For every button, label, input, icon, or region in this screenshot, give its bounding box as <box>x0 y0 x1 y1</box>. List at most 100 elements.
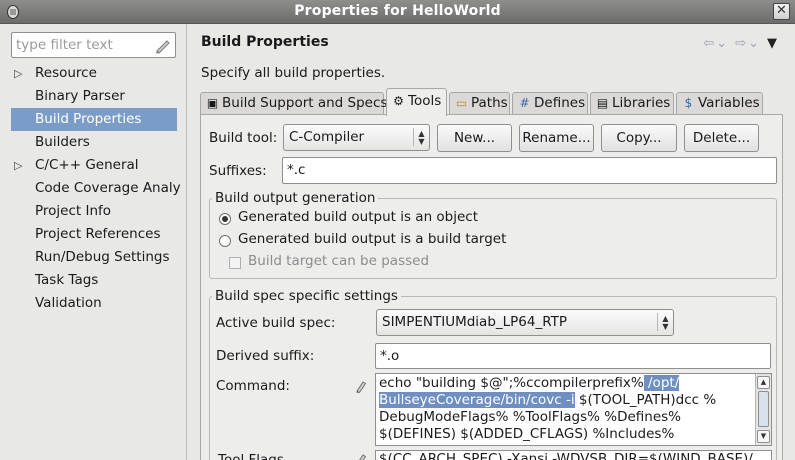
nav-item-resource[interactable]: ▷ Resource <box>0 62 187 85</box>
tab-label: Build Support and Specs <box>222 95 388 111</box>
command-line-4: $(DEFINES) $(ADDED_CFLAGS) %Includes% <box>379 426 675 442</box>
dollar-icon: $ <box>684 96 693 110</box>
close-icon[interactable]: ✕ <box>773 3 790 20</box>
nav-item-run-debug-settings[interactable]: Run/Debug Settings <box>0 246 187 269</box>
history-nav: ⇦⌄ ⇨⌄ ▼ <box>697 36 779 51</box>
tools-icon: ⚙ <box>393 94 404 108</box>
active-spec-label: Active build spec: <box>216 315 336 331</box>
tool-flags-text: $(CC_ARCH_SPEC) -Xansi -WDVSB_DIR=$(WIND… <box>379 451 753 460</box>
suffixes-field[interactable]: *.c <box>282 157 777 184</box>
scroll-down-icon[interactable]: ▼ <box>757 430 770 443</box>
nav-item-label: Resource <box>35 65 97 81</box>
option-output-target-label[interactable]: Generated build output is a build target <box>238 231 506 247</box>
tab-label: Libraries <box>612 95 671 111</box>
target-passed-label: Build target can be passed <box>248 253 430 269</box>
command-line-1: echo "building $@";%ccompilerprefix% /op… <box>379 375 680 392</box>
active-spec-value: SIMPENTIUMdiab_LP64_RTP <box>382 314 568 330</box>
property-page: Build Properties ⇦⌄ ⇨⌄ ▼ Specify all build… <box>188 24 795 460</box>
page-description: Specify all build properties. <box>201 65 386 81</box>
suffixes-label: Suffixes: <box>209 163 267 179</box>
nav-item-build-properties[interactable]: Build Properties <box>11 108 177 131</box>
tool-flags-field[interactable]: $(CC_ARCH_SPEC) -Xansi -WDVSB_DIR=$(WIND… <box>375 450 772 460</box>
clear-filter-icon[interactable] <box>154 36 172 54</box>
view-menu-icon[interactable]: ▼ <box>767 36 779 51</box>
nav-item-validation[interactable]: Validation <box>0 292 187 315</box>
build-output-group-title: Build output generation <box>212 190 379 206</box>
expand-arrow-icon[interactable]: ▷ <box>14 62 22 85</box>
command-text: $(TOOL_PATH)dcc % <box>574 392 717 408</box>
rename-button[interactable]: Rename... <box>519 124 594 152</box>
active-spec-select[interactable]: SIMPENTIUMdiab_LP64_RTP ▲ ▼ <box>376 309 674 336</box>
tool-flags-label: Tool Flags <box>218 452 284 460</box>
nav-item-builders[interactable]: Builders <box>0 131 187 154</box>
nav-item-label: Binary Parser <box>35 88 125 104</box>
nav-item-label: Project References <box>35 226 161 242</box>
spinner-arrows-icon: ▲ ▼ <box>657 313 673 331</box>
tab-build-support-and-specs[interactable]: ▣ Build Support and Specs <box>200 92 388 115</box>
tab-defines[interactable]: # Defines <box>512 92 588 115</box>
navigation-pane: ▷ Resource Binary Parser Build Propertie… <box>0 24 187 460</box>
property-page-tree: ▷ Resource Binary Parser Build Propertie… <box>0 62 187 315</box>
build-tool-value: C-Compiler <box>289 129 365 145</box>
page-header: Build Properties ⇦⌄ ⇨⌄ ▼ <box>188 24 795 60</box>
library-icon: ▤ <box>596 96 609 110</box>
derived-suffix-label: Derived suffix: <box>216 348 315 364</box>
expand-arrow-icon[interactable]: ▷ <box>14 154 22 177</box>
command-line-2: BullseyeCoverage/bin/covc -i $(TOOL_PATH… <box>379 392 716 409</box>
build-tool-label: Build tool: <box>209 130 278 146</box>
page-title: Build Properties <box>201 34 329 50</box>
new-button[interactable]: New... <box>437 124 512 152</box>
tab-label: Defines <box>534 95 586 111</box>
command-selection: BullseyeCoverage/bin/covc -i <box>379 392 575 408</box>
folder-icon: ▭ <box>455 96 468 110</box>
edit-pencil-icon[interactable] <box>355 452 367 460</box>
tab-libraries[interactable]: ▤ Libraries <box>590 92 674 115</box>
edit-pencil-icon[interactable] <box>355 379 367 393</box>
nav-item-task-tags[interactable]: Task Tags <box>0 269 187 292</box>
nav-item-project-info[interactable]: Project Info <box>0 200 187 223</box>
tab-tools[interactable]: ⚙ Tools <box>386 88 447 116</box>
nav-item-label: Task Tags <box>35 272 99 288</box>
command-textarea[interactable]: echo "building $@";%ccompilerprefix% /op… <box>375 373 772 446</box>
radio-output-object[interactable] <box>219 213 231 225</box>
nav-item-cpp-general[interactable]: ▷ C/C++ General <box>0 154 187 177</box>
command-selection: /opt/ <box>643 375 680 391</box>
nav-item-label: Build Properties <box>35 111 142 127</box>
nav-item-label: Code Coverage Analy <box>35 180 181 196</box>
nav-item-label: Validation <box>35 295 102 311</box>
forward-icon[interactable]: ⇨⌄ <box>735 36 761 51</box>
window-title: Properties for HelloWorld <box>294 3 501 19</box>
delete-button[interactable]: Delete... <box>684 124 759 152</box>
scroll-thumb[interactable] <box>758 391 769 427</box>
copy-button[interactable]: Copy... <box>601 124 677 152</box>
filter-box <box>11 32 176 58</box>
command-text: echo "building $@";%ccompilerprefix% <box>379 375 644 391</box>
nav-item-code-coverage[interactable]: Code Coverage Analy <box>0 177 187 200</box>
nav-item-binary-parser[interactable]: Binary Parser <box>0 85 187 108</box>
command-line-3: DebugModeFlags% %ToolFlags% %Defines% <box>379 409 682 425</box>
tab-paths[interactable]: ▭ Paths <box>449 92 510 115</box>
build-support-icon: ▣ <box>206 96 219 110</box>
command-label: Command: <box>216 378 290 394</box>
tab-label: Tools <box>408 93 442 109</box>
tab-label: Paths <box>471 95 508 111</box>
build-tool-select[interactable]: C-Compiler ▲ ▼ <box>283 124 430 151</box>
derived-suffix-field[interactable]: *.o <box>375 343 771 369</box>
tab-label: Variables <box>698 95 760 111</box>
scroll-up-icon[interactable]: ▲ <box>757 376 770 389</box>
radio-output-target[interactable] <box>219 235 231 247</box>
title-bar: Properties for HelloWorld ✕ <box>0 0 795 24</box>
build-spec-group-title: Build spec specific settings <box>212 288 401 304</box>
tools-tab-panel: Build tool: C-Compiler ▲ ▼ New... Rename.… <box>200 114 783 460</box>
spinner-arrows-icon: ▲ ▼ <box>413 128 429 146</box>
nav-item-label: C/C++ General <box>35 157 139 173</box>
option-output-object-label[interactable]: Generated build output is an object <box>238 209 478 225</box>
tab-variables[interactable]: $ Variables <box>676 92 763 115</box>
filter-input[interactable] <box>16 35 151 55</box>
back-icon[interactable]: ⇦⌄ <box>703 36 729 51</box>
command-scrollbar[interactable]: ▲ ▼ <box>755 374 771 445</box>
target-passed-checkbox[interactable] <box>229 257 241 269</box>
nav-item-project-references[interactable]: Project References <box>0 223 187 246</box>
hash-icon: # <box>519 96 530 110</box>
nav-item-label: Builders <box>35 134 90 150</box>
